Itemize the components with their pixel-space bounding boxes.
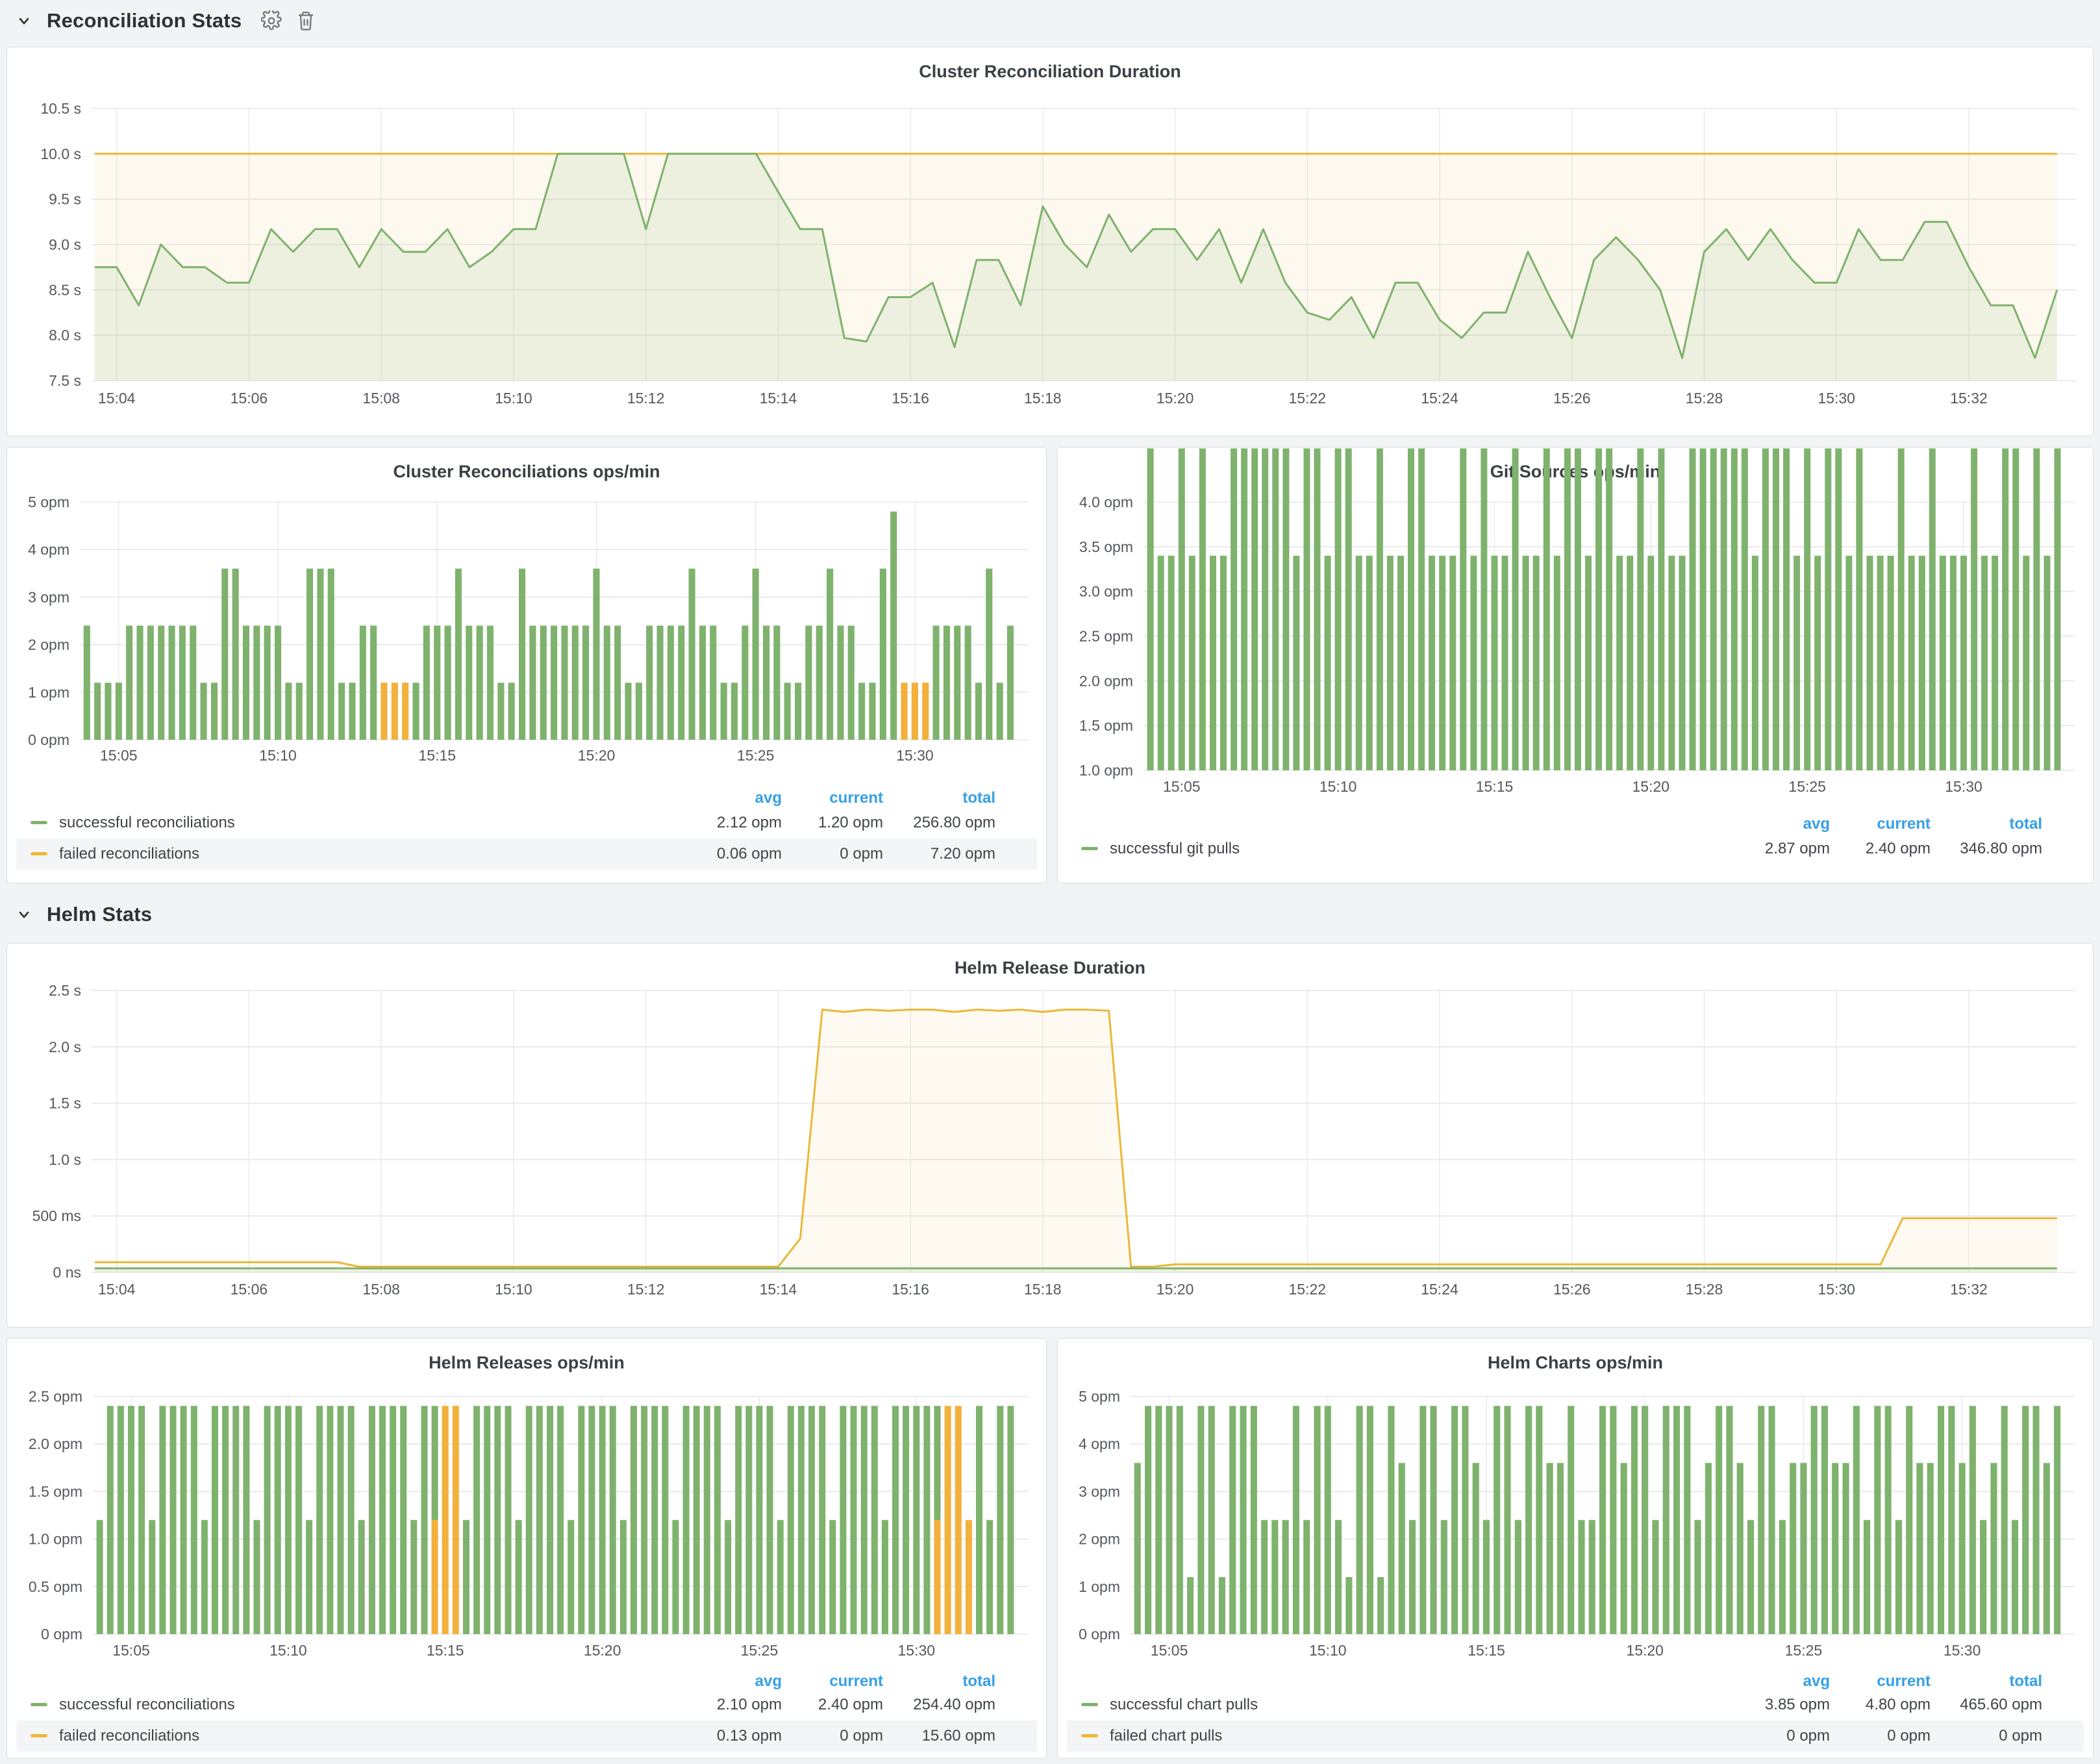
x-tick: 15:28 — [1686, 1281, 1723, 1298]
x-tick: 15:16 — [892, 390, 929, 407]
legend-series-dash-icon — [1081, 847, 1098, 850]
x-tick: 15:30 — [1818, 390, 1855, 407]
y-tick: 8.5 s — [49, 281, 81, 298]
x-tick: 15:22 — [1289, 1281, 1327, 1298]
x-tick: 15:08 — [362, 390, 400, 407]
legend-series-dash-icon — [31, 1703, 47, 1706]
section-title[interactable]: Helm Stats — [47, 903, 152, 926]
legend-label[interactable]: successful reconciliations — [59, 814, 235, 832]
legend: avgcurrenttotalsuccessful reconciliation… — [7, 1339, 1046, 1758]
section-title[interactable]: Reconciliation Stats — [47, 9, 242, 32]
chevron-down-icon[interactable] — [16, 906, 32, 923]
x-tick: 15:08 — [362, 1281, 400, 1298]
legend: avgcurrenttotalsuccessful reconciliation… — [7, 447, 1046, 883]
x-tick: 15:14 — [760, 1281, 797, 1298]
legend-col-total[interactable]: total — [1886, 815, 2042, 833]
x-tick: 15:10 — [495, 390, 532, 407]
x-tick: 15:10 — [495, 1281, 532, 1298]
x-tick: 15:28 — [1686, 390, 1723, 407]
x-tick: 15:04 — [98, 390, 136, 407]
legend-total-value: 254.40 opm — [840, 1696, 995, 1714]
y-tick: 10.0 s — [40, 145, 81, 162]
x-tick: 15:06 — [231, 390, 268, 407]
panel-cluster-reconciliations: Cluster Reconciliations ops/min 0 opm1 o… — [6, 447, 1047, 883]
x-tick: 15:32 — [1950, 390, 1988, 407]
legend-series-dash-icon — [31, 1734, 47, 1737]
legend: avgcurrenttotalsuccessful chart pulls3.8… — [1058, 1339, 2093, 1758]
x-tick: 15:24 — [1421, 1281, 1458, 1298]
x-tick: 15:20 — [1156, 1281, 1194, 1298]
x-tick: 15:18 — [1024, 1281, 1062, 1298]
legend-series-dash-icon — [1081, 1734, 1098, 1737]
legend-label[interactable]: failed reconciliations — [59, 1727, 199, 1745]
trash-icon[interactable] — [296, 10, 316, 31]
legend-total-value: 465.60 opm — [1886, 1696, 2042, 1714]
x-tick: 15:18 — [1024, 390, 1062, 407]
y-tick: 1.5 s — [49, 1095, 81, 1112]
legend-total-value: 346.80 opm — [1886, 840, 2042, 858]
legend-label[interactable]: failed chart pulls — [1110, 1727, 1222, 1745]
legend-col-total[interactable]: total — [1886, 1672, 2042, 1691]
panel-helm-charts: Helm Charts ops/min 0 opm1 opm2 opm3 opm… — [1057, 1338, 2094, 1759]
x-tick: 15:22 — [1289, 390, 1327, 407]
y-tick: 2.0 s — [49, 1039, 81, 1055]
section-row-helm-stats[interactable]: Helm Stats — [16, 899, 152, 930]
series-area — [95, 1010, 2057, 1273]
chevron-down-icon[interactable] — [16, 12, 32, 29]
gear-icon[interactable] — [261, 10, 282, 31]
x-tick: 15:24 — [1421, 390, 1458, 407]
panel-cluster-reconciliation-duration: Cluster Reconciliation Duration 7.5 s8.0… — [6, 47, 2094, 436]
x-tick: 15:30 — [1818, 1281, 1855, 1298]
panel-helm-release-duration: Helm Release Duration 0 ns500 ms1.0 s1.5… — [6, 943, 2094, 1328]
legend: avgcurrenttotalsuccessful git pulls2.87 … — [1058, 447, 2093, 883]
panel-helm-releases: Helm Releases ops/min 0 opm0.5 opm1.0 op… — [6, 1338, 1047, 1759]
legend-label[interactable]: successful reconciliations — [59, 1696, 235, 1714]
x-tick: 15:12 — [627, 1281, 665, 1298]
y-tick: 7.5 s — [49, 372, 81, 389]
helm-release-duration-chart[interactable]: 0 ns 500 ms 1.0 s 1.5 s 2.0 s 2.5 s 15:04 15:06… — [7, 944, 2094, 1328]
x-tick: 15:12 — [627, 390, 665, 407]
legend-total-value: 256.80 opm — [840, 814, 995, 832]
legend-col-total[interactable]: total — [840, 1672, 995, 1691]
x-tick: 15:26 — [1553, 390, 1591, 407]
cluster-reconciliation-duration-chart[interactable]: 7.5 s 8.0 s 8.5 s 9.0 s 9.5 s 10.0 s 10.5 s 15:… — [7, 47, 2094, 437]
y-tick: 2.5 s — [49, 982, 81, 999]
y-tick: 0 ns — [53, 1264, 81, 1281]
legend-series-dash-icon — [31, 821, 47, 824]
dashboard: Reconciliation Stats Cluster Reconciliat… — [0, 0, 2100, 1764]
y-tick: 8.0 s — [49, 327, 81, 344]
x-tick: 15:32 — [1950, 1281, 1988, 1298]
legend-total-value: 15.60 opm — [840, 1727, 995, 1745]
legend-total-value: 0 opm — [1886, 1727, 2042, 1745]
y-tick: 10.5 s — [40, 100, 81, 117]
section-row-reconciliation-stats[interactable]: Reconciliation Stats — [16, 5, 316, 36]
y-tick: 500 ms — [32, 1207, 81, 1224]
legend-label[interactable]: successful git pulls — [1110, 840, 1240, 858]
x-tick: 15:20 — [1156, 390, 1194, 407]
y-tick: 1.0 s — [49, 1151, 81, 1168]
x-tick: 15:16 — [892, 1281, 929, 1298]
x-tick: 15:26 — [1553, 1281, 1591, 1298]
legend-label[interactable]: failed reconciliations — [59, 845, 199, 863]
legend-col-total[interactable]: total — [840, 789, 995, 807]
y-tick: 9.0 s — [49, 236, 81, 253]
x-tick: 15:06 — [231, 1281, 268, 1298]
x-tick: 15:14 — [760, 390, 797, 407]
legend-total-value: 7.20 opm — [840, 845, 995, 863]
panel-git-sources: Git Sources ops/min 1.0 opm1.5 opm2.0 op… — [1057, 447, 2094, 883]
legend-series-dash-icon — [1081, 1703, 1098, 1706]
x-tick: 15:04 — [98, 1281, 136, 1298]
legend-label[interactable]: successful chart pulls — [1110, 1696, 1258, 1714]
y-tick: 9.5 s — [49, 191, 81, 208]
legend-series-dash-icon — [31, 852, 47, 855]
